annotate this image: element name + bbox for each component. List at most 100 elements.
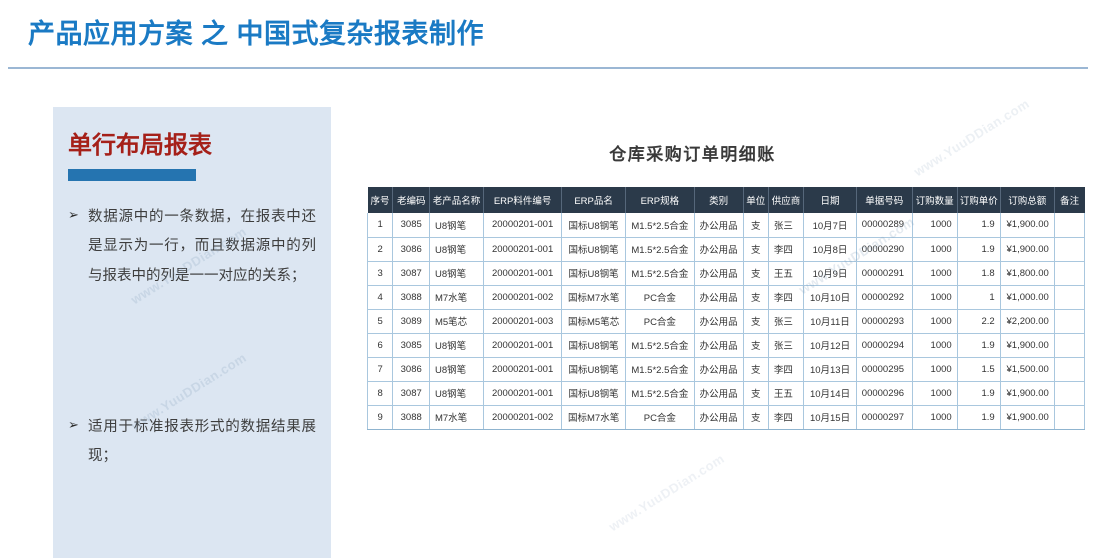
table-cell: 1000 [912, 357, 958, 382]
table-cell: 支 [743, 381, 769, 406]
table-column-header[interactable]: ERP料件编号 [483, 187, 563, 213]
table-cell: 李四 [768, 357, 805, 382]
table-column-header[interactable]: 老产品名称 [429, 187, 485, 213]
bullet-arrow-icon: ➢ [68, 418, 79, 433]
table-cell: 20000201-001 [483, 357, 563, 382]
table-cell: 支 [743, 333, 769, 358]
table-cell: 20000201-001 [483, 381, 563, 406]
table-column-header[interactable]: ERP品名 [561, 187, 627, 213]
table-cell: 10月10日 [803, 285, 857, 310]
table-cell: 支 [743, 309, 769, 334]
table-cell: ¥1,900.00 [1000, 213, 1055, 238]
table-cell: 00000294 [856, 333, 913, 358]
table-cell: 办公用品 [694, 333, 744, 358]
table-cell: 1000 [912, 309, 958, 334]
table-cell: M7水笔 [429, 285, 485, 310]
table-cell: M1.5*2.5合金 [625, 381, 695, 406]
table-cell: M5笔芯 [429, 309, 485, 334]
table-row[interactable]: 4 3088 M7水笔 20000201-002 国标M7水笔 PC合金 办公用品支李四 10… [366, 285, 1086, 310]
table-cell: 国标U8钢笔 [561, 261, 627, 286]
table-column-header[interactable]: 备注 [1054, 187, 1085, 213]
table-cell [1054, 285, 1086, 310]
table-column-header[interactable]: 单位 [743, 187, 769, 213]
table-column-header[interactable]: 序号 [367, 187, 394, 213]
table-cell: U8钢笔 [429, 237, 485, 262]
table-cell: 1.9 [957, 237, 1001, 262]
table-cell: 3 [366, 261, 394, 286]
table-cell: 00000295 [856, 357, 913, 382]
table-column-header[interactable]: 订购单价 [957, 187, 1001, 213]
table-column-header[interactable]: ERP规格 [625, 187, 695, 213]
page-title: 产品应用方案 之 中国式复杂报表制作 [28, 19, 485, 49]
table-cell: 3087 [392, 261, 430, 286]
table-cell: 2 [366, 237, 394, 262]
table-cell: 00000290 [856, 237, 913, 262]
table-column-header[interactable]: 类别 [694, 187, 744, 213]
table-cell: 1.9 [957, 333, 1001, 358]
report-title: 仓库采购订单明细账 [609, 145, 776, 164]
table-cell: 10月8日 [803, 237, 857, 262]
table-cell: 1000 [912, 285, 958, 310]
table-column-header[interactable]: 日期 [803, 187, 857, 213]
table-cell [1054, 309, 1086, 334]
table-cell: 办公用品 [694, 381, 744, 406]
table-cell [1054, 333, 1086, 358]
table-cell: PC合金 [625, 309, 695, 334]
table-cell: 10月15日 [803, 405, 857, 430]
table-cell: 1.5 [957, 357, 1001, 382]
table-cell: 3085 [392, 333, 430, 358]
table-cell [1054, 213, 1086, 238]
report-area: 仓库采购订单明细账 序号 老编码 老产品名称 ERP料件编号 ERP品名 ERP规格 类别单… [340, 107, 1086, 558]
table-row[interactable]: 7 3086 U8钢笔 20000201-001 国标U8钢笔 M1.5*2.5合金 办公用… [366, 357, 1086, 382]
report-table-container: 序号 老编码 老产品名称 ERP料件编号 ERP品名 ERP规格 类别 单位 供应商 日期 单据号码… [366, 187, 1086, 430]
table-cell: 1.9 [957, 213, 1001, 238]
table-row[interactable]: 3 3087 U8钢笔 20000201-001 国标U8钢笔 M1.5*2.5合金 办公用… [366, 261, 1086, 286]
table-cell [1054, 381, 1086, 406]
table-cell: 办公用品 [694, 357, 744, 382]
table-row[interactable]: 1 3085 U8钢笔 20000201-001 国标U8钢笔 M1.5*2.5合金 办公用… [366, 213, 1086, 238]
table-row[interactable]: 6 3085 U8钢笔 20000201-001 国标U8钢笔 M1.5*2.5合金 办公用… [366, 333, 1086, 358]
table-cell: 20000201-001 [483, 333, 563, 358]
table-cell: 办公用品 [694, 213, 744, 238]
table-cell: ¥1,900.00 [1000, 381, 1055, 406]
table-cell: 支 [743, 405, 769, 430]
table-row[interactable]: 9 3088 M7水笔 20000201-002 国标M7水笔 PC合金 办公用品支李四 10… [366, 405, 1086, 430]
table-column-header[interactable]: 供应商 [768, 187, 805, 213]
table-cell: U8钢笔 [429, 333, 485, 358]
table-cell: M1.5*2.5合金 [625, 357, 695, 382]
table-row[interactable]: 5 3089 M5笔芯 20000201-003 国标M5笔芯 PC合金 办公用品支张三 10… [366, 309, 1086, 334]
table-cell: 3087 [392, 381, 430, 406]
table-cell: 2.2 [957, 309, 1001, 334]
table-cell: 国标U8钢笔 [561, 381, 627, 406]
table-cell: 6 [366, 333, 394, 358]
table-cell: 10月14日 [803, 381, 857, 406]
table-cell: U8钢笔 [429, 213, 485, 238]
table-cell: 国标M7水笔 [561, 405, 627, 430]
table-cell: 李四 [768, 405, 805, 430]
table-column-header[interactable]: 订购总额 [1000, 187, 1055, 213]
bullet-arrow-icon: ➢ [68, 208, 79, 223]
table-cell: 20000201-002 [483, 285, 563, 310]
table-cell: ¥1,900.00 [1000, 237, 1055, 262]
table-row[interactable]: 8 3087 U8钢笔 20000201-001 国标U8钢笔 M1.5*2.5合金 办公用… [366, 381, 1086, 406]
table-row[interactable]: 2 3086 U8钢笔 20000201-001 国标U8钢笔 M1.5*2.5合金 办公用… [366, 237, 1086, 262]
table-cell: 张三 [768, 309, 805, 334]
table-column-header[interactable]: 单据号码 [856, 187, 913, 213]
table-cell: 国标M7水笔 [561, 285, 627, 310]
table-cell: 支 [743, 261, 769, 286]
list-item: ➢ 适用于标准报表形式的数据结果展现； [68, 413, 316, 472]
table-cell: ¥2,200.00 [1000, 309, 1055, 334]
table-column-header[interactable]: 老编码 [392, 187, 430, 213]
table-cell: 国标M5笔芯 [561, 309, 627, 334]
table-cell: 办公用品 [694, 237, 744, 262]
table-cell: 10月12日 [803, 333, 857, 358]
table-cell: PC合金 [625, 285, 695, 310]
table-cell: 00000289 [856, 213, 913, 238]
table-cell: M1.5*2.5合金 [625, 333, 695, 358]
table-column-header[interactable]: 订购数量 [912, 187, 958, 213]
panel-heading: 单行布局报表 [68, 132, 212, 159]
table-cell: 20000201-001 [483, 213, 563, 238]
table-cell: 王五 [768, 261, 805, 286]
table-cell: 8 [366, 381, 394, 406]
table-cell: 办公用品 [694, 285, 744, 310]
